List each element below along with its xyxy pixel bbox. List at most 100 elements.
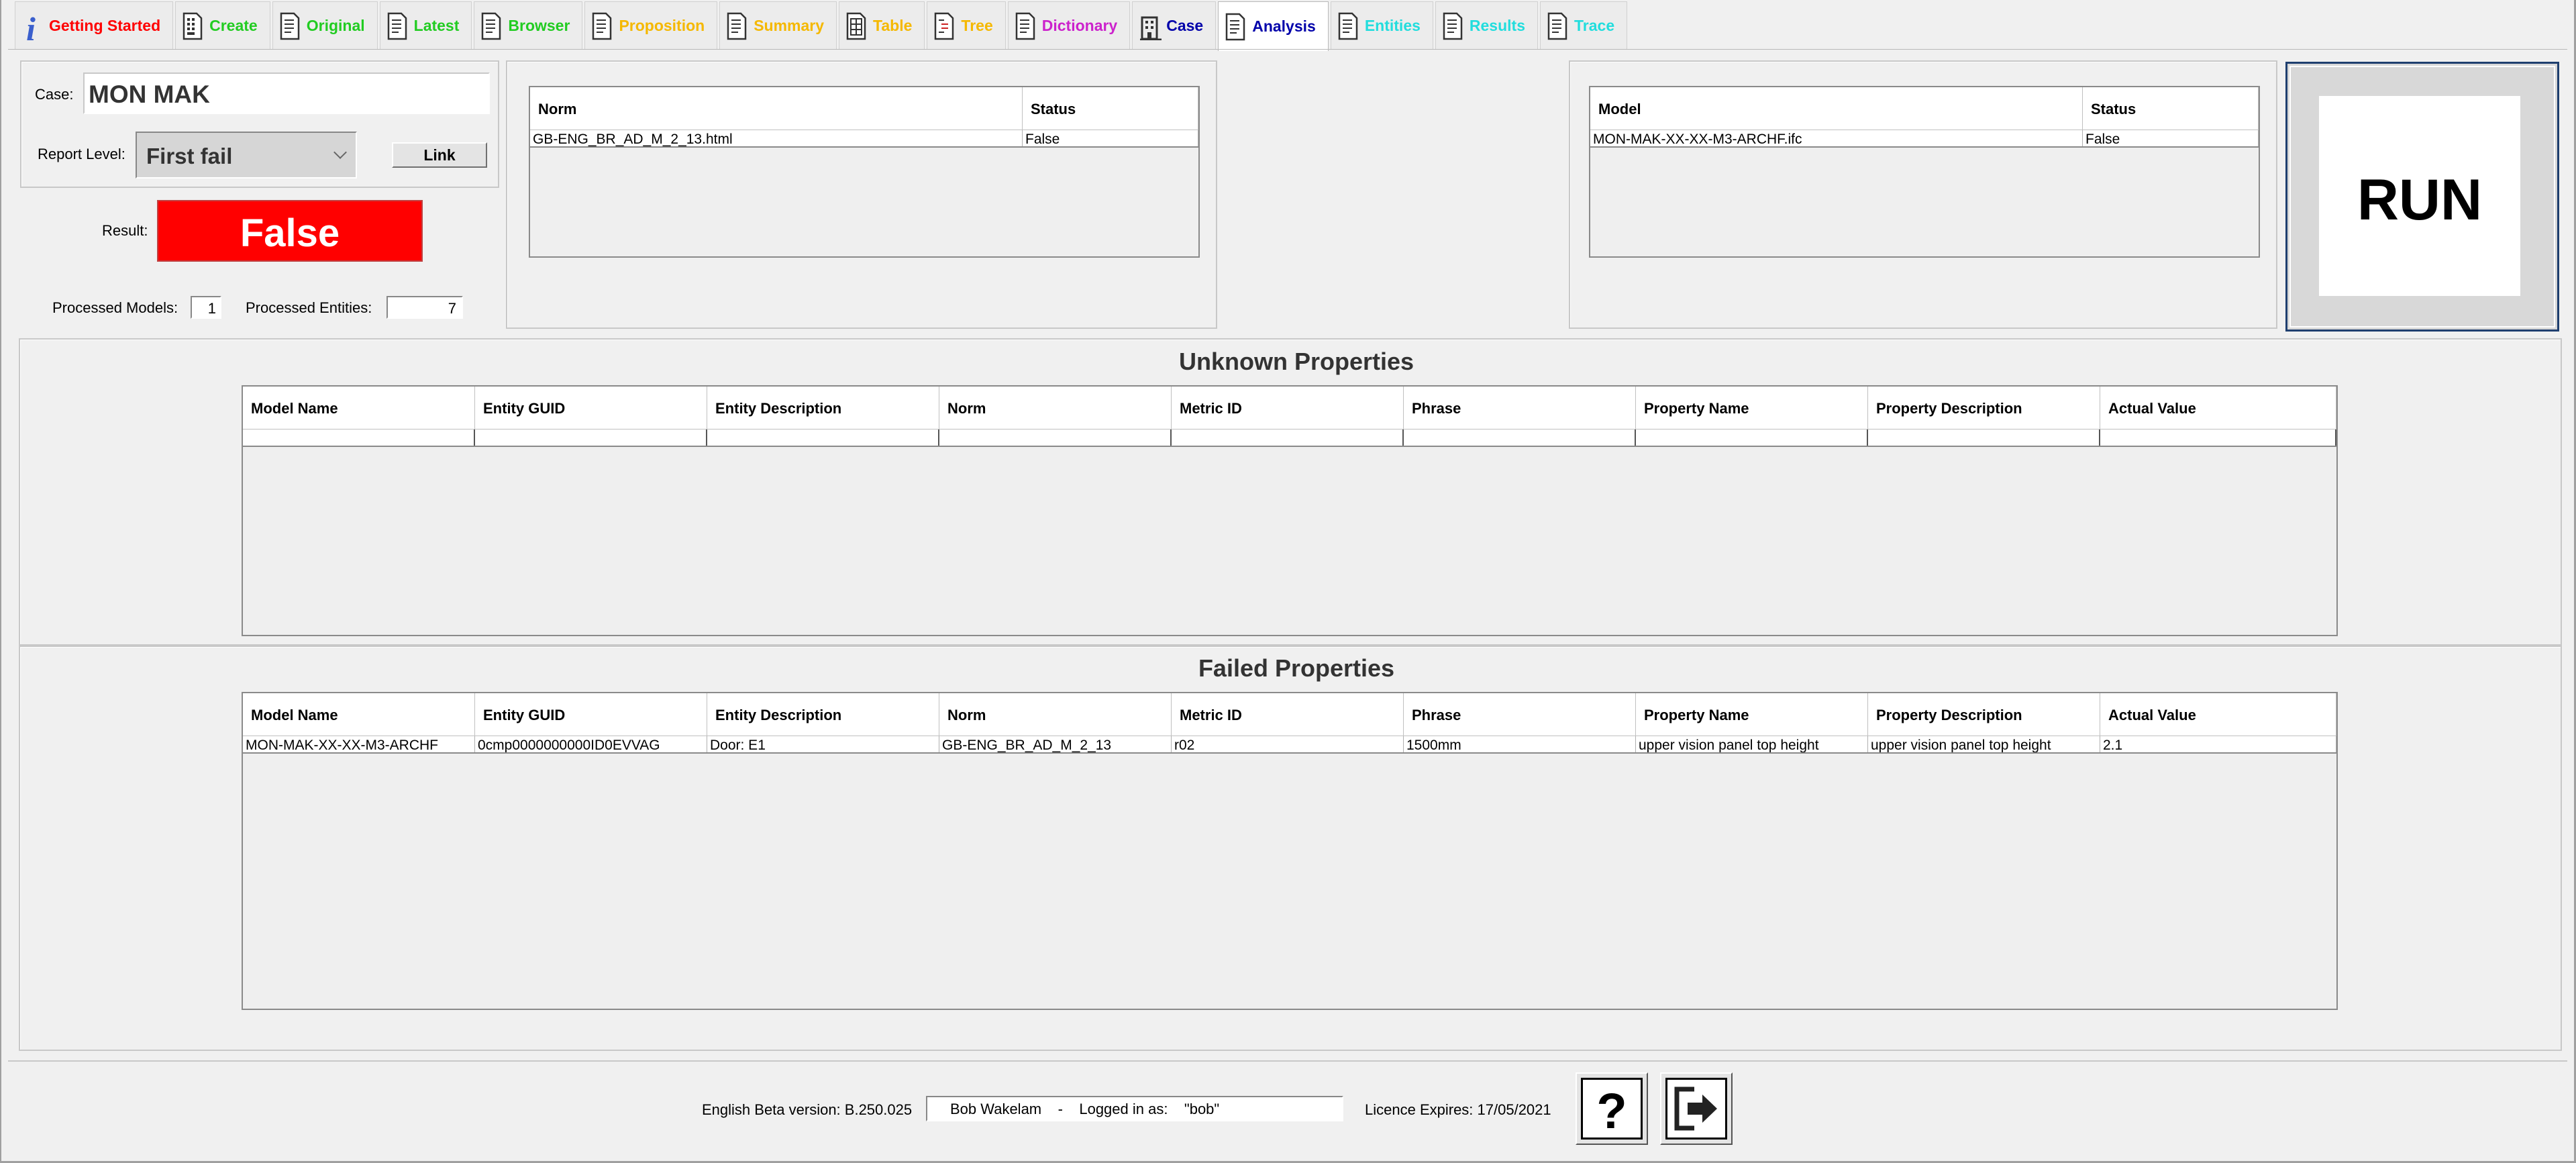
case-label: Case: [35, 86, 74, 103]
processed-models-label: Processed Models: [52, 299, 178, 316]
tab-browser[interactable]: Browser [474, 1, 583, 50]
column-header[interactable]: Property Description [1868, 387, 2100, 429]
column-header[interactable]: Entity GUID [475, 387, 707, 429]
result-value: False [240, 211, 340, 255]
licence-text: Licence Expires: 17/05/2021 [1365, 1101, 1551, 1118]
tab-proposition[interactable]: Proposition [584, 1, 718, 50]
table-cell: upper vision panel top height [1868, 736, 2100, 752]
tab-getting-started[interactable]: i Getting Started [15, 1, 174, 50]
table-cell: 0cmp0000000000ID0EVVAG [475, 736, 707, 752]
tab-label: Entities [1364, 17, 1421, 34]
norms-table: Norm Status GB-ENG_BR_AD_M_2_13.html False [529, 86, 1200, 258]
tab-original[interactable]: Original [272, 1, 378, 50]
column-header[interactable]: Status [1023, 87, 1198, 130]
run-label: RUN [2357, 168, 2483, 232]
column-header[interactable]: Model Name [243, 387, 475, 429]
tab-label: Table [873, 17, 913, 34]
failed-properties-table: Model Name Entity GUID Entity Description N… [242, 692, 2338, 1010]
case-input[interactable]: MON MAK [83, 72, 490, 114]
column-header[interactable]: Entity Description [707, 387, 939, 429]
tab-label: Browser [508, 17, 570, 34]
processed-models-field: 1 [191, 296, 221, 319]
column-header[interactable]: Metric ID [1172, 693, 1404, 736]
table-doc-icon [846, 12, 866, 40]
unknown-properties-title: Unknown Properties [1178, 348, 1414, 375]
tab-label: Results [1469, 17, 1525, 34]
document-icon [481, 12, 501, 40]
table-cell: False [2083, 130, 2259, 146]
table-cell: GB-ENG_BR_AD_M_2_13 [939, 736, 1172, 752]
processed-entities-field: 7 [387, 296, 463, 319]
report-level-select[interactable]: First fail [136, 132, 357, 179]
tab-label: Latest [413, 17, 460, 34]
column-header[interactable]: Property Description [1868, 693, 2100, 736]
table-row[interactable]: MON-MAK-XX-XX-M3-ARCHF.ifc False [1590, 130, 2259, 148]
tab-label: Proposition [619, 17, 705, 34]
tab-summary[interactable]: Summary [719, 1, 837, 50]
column-header[interactable]: Metric ID [1172, 387, 1404, 429]
run-button[interactable]: RUN [2285, 62, 2559, 332]
help-button[interactable]: ? [1576, 1072, 1648, 1145]
tab-entities[interactable]: Entities [1330, 1, 1433, 50]
tab-label: Case [1166, 17, 1204, 34]
column-header[interactable]: Norm [939, 693, 1172, 736]
tab-dictionary[interactable]: Dictionary [1007, 1, 1131, 50]
column-header[interactable]: Actual Value [2100, 693, 2336, 736]
column-header[interactable]: Property Name [1636, 693, 1868, 736]
unknown-properties-table: Model Name Entity GUID Entity Description N… [242, 385, 2338, 636]
column-header[interactable]: Entity GUID [475, 693, 707, 736]
models-table: Model Status MON-MAK-XX-XX-M3-ARCHF.ifc Fal… [1589, 86, 2260, 258]
tab-tree[interactable]: Tree [927, 1, 1006, 50]
exit-button[interactable] [1660, 1072, 1733, 1145]
tab-bar-divider [8, 49, 2567, 50]
help-icon: ? [1596, 1083, 1627, 1139]
column-header[interactable]: Model Name [243, 693, 475, 736]
document-icon [280, 12, 300, 40]
column-header[interactable]: Property Name [1636, 387, 1868, 429]
tab-table[interactable]: Table [839, 1, 925, 50]
column-header[interactable]: Norm [530, 87, 1023, 130]
column-header[interactable]: Phrase [1404, 693, 1636, 736]
document-icon [387, 12, 407, 40]
column-header[interactable]: Phrase [1404, 387, 1636, 429]
document-icon [1443, 12, 1463, 40]
processed-entities-label: Processed Entities: [246, 299, 372, 316]
column-header[interactable]: Status [2083, 87, 2259, 130]
document-icon [1547, 12, 1567, 40]
table-row[interactable]: MON-MAK-XX-XX-M3-ARCHF 0cmp0000000000ID0E… [243, 736, 2336, 754]
tree-doc-icon [934, 12, 954, 40]
table-cell [1404, 429, 1636, 446]
tab-trace[interactable]: Trace [1540, 1, 1628, 50]
table-cell [243, 429, 475, 446]
exit-button-face [1665, 1078, 1727, 1140]
calculator-doc-icon [183, 12, 203, 40]
table-cell: 1500mm [1404, 736, 1636, 752]
column-header[interactable]: Norm [939, 387, 1172, 429]
tab-latest[interactable]: Latest [379, 1, 472, 50]
table-cell [1868, 429, 2100, 446]
table-row[interactable]: GB-ENG_BR_AD_M_2_13.html False [530, 130, 1198, 148]
column-header[interactable]: Entity Description [707, 693, 939, 736]
tab-case[interactable]: Case [1132, 1, 1217, 50]
table-header: Model Status [1590, 87, 2259, 130]
document-icon [727, 12, 747, 40]
version-text: English Beta version: B.250.025 [702, 1101, 913, 1118]
tab-create[interactable]: Create [175, 1, 270, 50]
table-cell: False [1023, 130, 1198, 146]
table-header: Model Name Entity GUID Entity Description N… [243, 693, 2336, 736]
column-header[interactable]: Actual Value [2100, 387, 2336, 429]
link-button[interactable]: Link [392, 142, 487, 168]
tab-results[interactable]: Results [1435, 1, 1538, 50]
tab-label: Dictionary [1041, 17, 1118, 34]
table-row[interactable] [243, 429, 2336, 447]
user-info-field: Bob Wakelam - Logged in as: "bob" [926, 1096, 1343, 1121]
failed-properties-title: Failed Properties [1198, 654, 1395, 682]
table-cell [939, 429, 1172, 446]
result-label: Result: [102, 222, 148, 239]
table-cell: Door: E1 [707, 736, 939, 752]
tab-analysis[interactable]: Analysis [1218, 1, 1329, 51]
tab-bar: i Getting Started Create Original Latest Brow… [15, 1, 1629, 51]
tab-label: Summary [754, 17, 825, 34]
column-header[interactable]: Model [1590, 87, 2083, 130]
exit-icon [1674, 1086, 1717, 1131]
